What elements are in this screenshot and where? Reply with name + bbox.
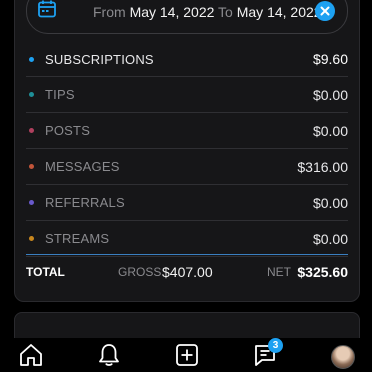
earnings-value: $9.60 xyxy=(312,51,348,67)
total-row: TOTAL GROSS $407.00 NET $325.60 xyxy=(26,254,348,289)
category-dot-icon xyxy=(29,164,34,169)
category-dot-icon xyxy=(29,200,34,205)
category-dot-icon xyxy=(29,128,34,133)
earnings-value: $316.00 xyxy=(297,158,348,175)
close-icon xyxy=(320,6,330,16)
earnings-row-posts[interactable]: POSTS $0.00 xyxy=(26,113,348,149)
earnings-label: POSTS xyxy=(45,123,91,138)
calendar-icon[interactable] xyxy=(37,0,57,19)
earnings-row-subscriptions[interactable]: SUBSCRIPTIONS $9.60 xyxy=(26,42,348,77)
earnings-value: $0.00 xyxy=(312,122,348,139)
earnings-list: SUBSCRIPTIONS $9.60 TIPS $0.00 POSTS $0.00 MES… xyxy=(26,42,348,257)
gross-value: $407.00 xyxy=(162,264,213,280)
earnings-row-streams[interactable]: STREAMS $0.00 xyxy=(26,221,348,257)
earnings-label: MESSAGES xyxy=(45,159,120,174)
bell-icon[interactable] xyxy=(96,342,122,368)
add-post-icon[interactable] xyxy=(174,342,200,368)
earnings-label: TIPS xyxy=(45,87,75,102)
earnings-row-messages[interactable]: MESSAGES $316.00 xyxy=(26,149,348,185)
category-dot-icon xyxy=(29,236,34,241)
net-label: NET xyxy=(267,265,291,279)
net-value: $325.60 xyxy=(297,264,348,280)
messages-badge: 3 xyxy=(268,338,283,353)
avatar[interactable] xyxy=(331,345,355,369)
earnings-row-referrals[interactable]: REFERRALS $0.00 xyxy=(26,185,348,221)
earnings-value: $0.00 xyxy=(312,230,348,247)
clear-date-button[interactable] xyxy=(315,1,335,21)
date-range-filter[interactable]: From May 14, 2022 To May 14, 2022 xyxy=(26,0,348,34)
earnings-label: STREAMS xyxy=(45,231,110,246)
gross-label: GROSS xyxy=(118,265,162,279)
date-range-text[interactable]: From May 14, 2022 To May 14, 2022 xyxy=(93,4,322,20)
total-label: TOTAL xyxy=(26,265,65,279)
home-icon[interactable] xyxy=(18,342,44,368)
from-date[interactable]: May 14, 2022 xyxy=(130,4,215,20)
earnings-value: $0.00 xyxy=(312,194,348,211)
earnings-row-tips[interactable]: TIPS $0.00 xyxy=(26,77,348,113)
earnings-value: $0.00 xyxy=(312,86,348,103)
to-label: To xyxy=(218,4,233,20)
earnings-label: SUBSCRIPTIONS xyxy=(45,51,154,67)
category-dot-icon xyxy=(29,56,34,62)
earnings-label: REFERRALS xyxy=(45,195,125,210)
from-label: From xyxy=(93,4,126,20)
category-dot-icon xyxy=(29,92,34,97)
bottom-nav xyxy=(0,338,372,372)
to-date[interactable]: May 14, 2022 xyxy=(237,4,322,20)
